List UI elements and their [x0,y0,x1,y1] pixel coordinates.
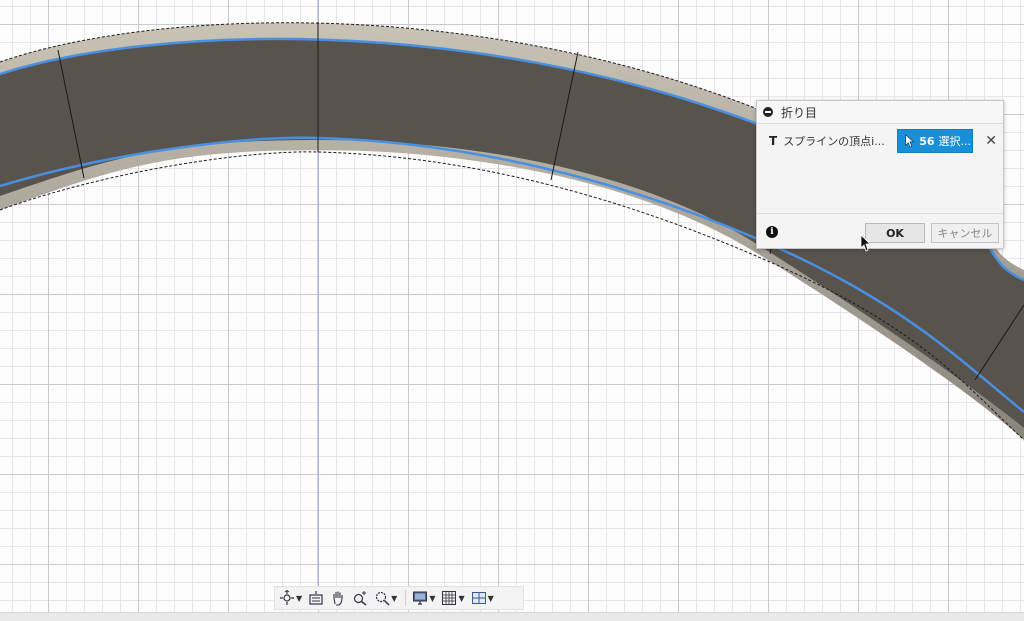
arrow-cursor-icon [905,134,915,148]
dialog-header: 折り目 [757,101,1003,124]
text-type-icon: T [769,134,778,148]
viewports-button[interactable]: ▼ [471,590,494,606]
chevron-down-icon[interactable]: ▼ [296,594,302,603]
chevron-down-icon[interactable]: ▼ [458,594,464,603]
info-icon[interactable]: i [766,225,778,238]
fit-button[interactable]: ▼ [374,590,397,606]
pan-icon [333,591,343,606]
mouse-pointer-icon [860,234,871,252]
chevron-down-icon[interactable]: ▼ [488,594,494,603]
cancel-button[interactable]: キャンセル [931,223,999,243]
ok-button[interactable]: OK [865,223,925,243]
selection-count: 56 [919,134,935,148]
dialog-title: 折り目 [781,105,818,120]
toolbar-divider [405,590,407,606]
display-settings-button[interactable]: ▼ [412,590,435,606]
canvas-viewport[interactable] [0,0,1024,620]
pan-button[interactable] [330,590,346,606]
spline-vertex-row: T スプラインの頂点i... 56 選択... ✕ [757,126,1003,156]
viewports-icon [471,592,486,604]
display-settings-icon [413,591,428,605]
grid-settings-button[interactable]: ▼ [441,590,465,606]
orbit-button[interactable]: ▼ [279,590,302,606]
grid-settings-icon [442,591,457,605]
selection-button[interactable]: 56 選択... [897,129,974,153]
orbit-icon [280,590,294,605]
model-scene[interactable] [0,0,1024,620]
spline-vertex-label: スプラインの頂点i... [783,135,885,148]
chevron-down-icon[interactable]: ▼ [429,594,435,603]
navigation-bar: ▼ ▼ ▼ ▼ ▼ [274,586,524,610]
dialog-footer: i OK キャンセル [757,213,1003,249]
fit-icon [376,591,390,606]
look-at-icon [309,591,323,605]
crease-dialog: 折り目 T スプラインの頂点i... 56 選択... ✕ i OK キャンセル [756,100,1004,249]
close-icon[interactable]: ✕ [985,133,997,149]
collapse-icon[interactable] [763,107,773,117]
chevron-down-icon[interactable]: ▼ [391,594,397,603]
zoom-icon [354,591,367,606]
zoom-button[interactable] [352,590,368,606]
look-at-button[interactable] [308,590,324,606]
selection-label: 選択... [938,135,972,148]
